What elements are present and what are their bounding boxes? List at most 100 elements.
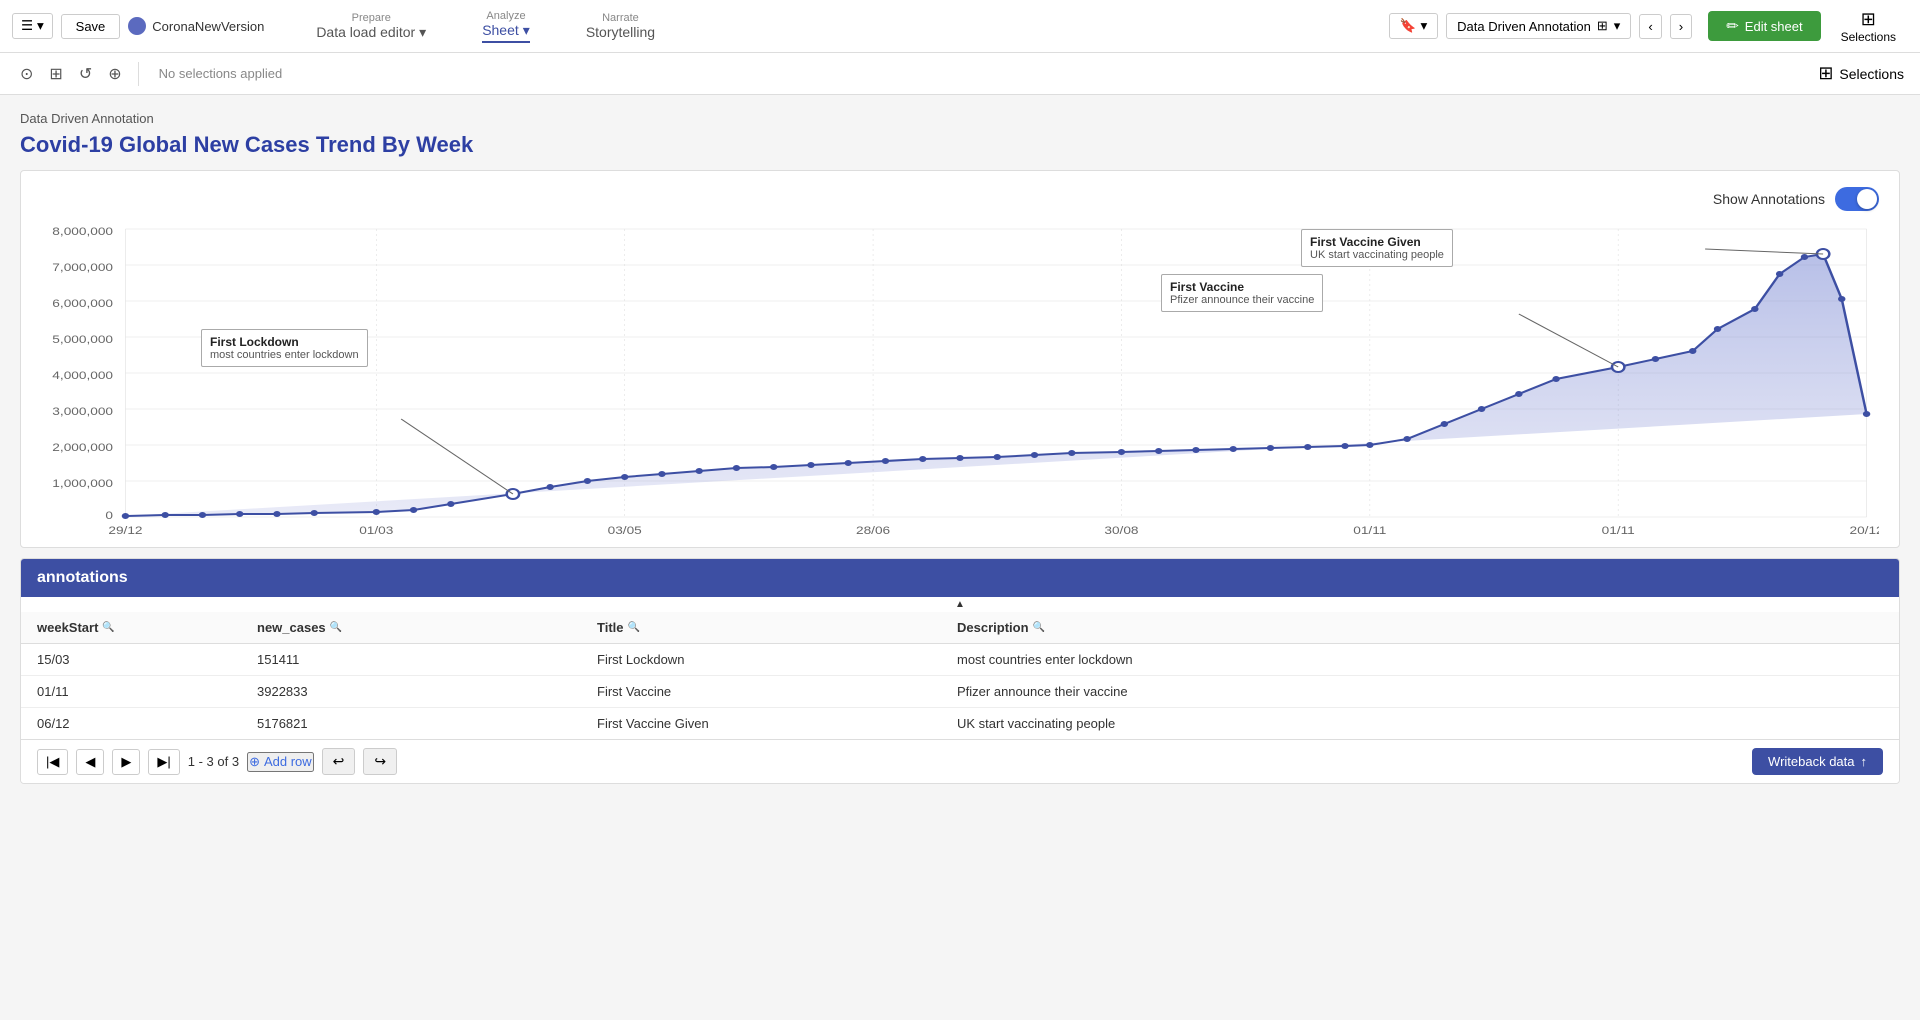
annotation-vaccine-given-desc: UK start vaccinating people xyxy=(1310,249,1444,261)
cell-title: First Vaccine Given xyxy=(597,716,957,731)
toggle-knob xyxy=(1857,189,1877,209)
description-search-icon[interactable]: 🔍 xyxy=(1033,622,1045,633)
annotation-lockdown-title: First Lockdown xyxy=(210,335,359,349)
svg-text:4,000,000: 4,000,000 xyxy=(52,369,113,381)
bookmark-dropdown-icon: ▾ xyxy=(1420,18,1427,34)
col-header-newcases[interactable]: new_cases 🔍 xyxy=(257,620,597,635)
annotation-vaccine-title: First Vaccine xyxy=(1170,280,1314,294)
narrate-section[interactable]: Narrate Storytelling xyxy=(562,12,679,40)
toolbar: ⊙ ⊞ ↺ ⊕ No selections applied ⊞ Selectio… xyxy=(0,53,1920,95)
analyze-section[interactable]: Analyze Sheet ▾ xyxy=(458,10,554,43)
analyze-label: Analyze xyxy=(486,10,525,22)
svg-text:6,000,000: 6,000,000 xyxy=(52,297,113,309)
table-body: 15/03 151411 First Lockdown most countri… xyxy=(21,644,1899,739)
selections-label: Selections xyxy=(1841,30,1896,44)
cell-description: most countries enter lockdown xyxy=(957,652,1883,667)
table-title: annotations xyxy=(37,569,128,586)
svg-text:3,000,000: 3,000,000 xyxy=(52,405,113,417)
refresh-icon[interactable]: ↺ xyxy=(75,60,96,88)
analyze-sub: Sheet ▾ xyxy=(482,22,530,43)
edit-sheet-button[interactable]: ✏ Edit sheet xyxy=(1708,11,1820,41)
table-row: 06/12 5176821 First Vaccine Given UK sta… xyxy=(21,708,1899,739)
annotation-mode-button[interactable]: Data Driven Annotation ⊞ ▾ xyxy=(1446,13,1631,39)
cell-weekstart: 01/11 xyxy=(37,684,257,699)
save-button[interactable]: Save xyxy=(61,14,121,39)
narrate-label: Narrate xyxy=(602,12,639,24)
writeback-button[interactable]: Writeback data ↑ xyxy=(1752,748,1883,775)
table-pagination: |◀ ◀ ▶ ▶| 1 - 3 of 3 ⊕ Add row ↩ ↪ Write… xyxy=(21,739,1899,783)
annotation-mode-label: Data Driven Annotation xyxy=(1457,19,1591,34)
chart-title: Covid-19 Global New Cases Trend By Week xyxy=(20,132,1900,158)
svg-text:20/12: 20/12 xyxy=(1849,524,1879,536)
menu-button[interactable]: ☰ ▾ xyxy=(12,13,53,39)
edit-label: Edit sheet xyxy=(1745,19,1803,34)
prev-button[interactable]: ‹ xyxy=(1639,14,1661,39)
prepare-label: Prepare xyxy=(352,12,391,24)
svg-text:29/12: 29/12 xyxy=(108,524,142,536)
writeback-label: Writeback data xyxy=(1768,754,1854,769)
annotation-lockdown: First Lockdown most countries enter lock… xyxy=(201,329,368,367)
prepare-section[interactable]: Prepare Data load editor ▾ xyxy=(292,12,450,41)
next-button[interactable]: › xyxy=(1670,14,1692,39)
selections-panel-button[interactable]: ⊞ Selections xyxy=(1829,9,1908,44)
table-section: annotations ▲ weekStart 🔍 new_cases 🔍 Ti… xyxy=(20,558,1900,784)
show-annotations-label: Show Annotations xyxy=(1713,191,1825,207)
cell-description: Pfizer announce their vaccine xyxy=(957,684,1883,699)
settings-icon[interactable]: ⊕ xyxy=(104,60,125,88)
svg-text:30/08: 30/08 xyxy=(1104,524,1138,536)
chart-container: Show Annotations 8,000,000 7,000,000 6,0… xyxy=(20,170,1900,548)
add-row-label: Add row xyxy=(264,754,312,769)
search-fields-icon[interactable]: ⊙ xyxy=(16,60,37,88)
redo-button[interactable]: ↪ xyxy=(363,748,397,775)
no-selections-text: No selections applied xyxy=(151,66,1811,81)
narrate-sub: Storytelling xyxy=(586,24,655,40)
last-page-button[interactable]: ▶| xyxy=(148,749,179,775)
add-row-button[interactable]: ⊕ Add row xyxy=(247,752,314,772)
toolbar-separator xyxy=(138,62,139,86)
annotation-vaccine-desc: Pfizer announce their vaccine xyxy=(1170,294,1314,306)
svg-text:01/11: 01/11 xyxy=(1602,524,1635,536)
first-page-button[interactable]: |◀ xyxy=(37,749,68,775)
weekstart-search-icon[interactable]: 🔍 xyxy=(102,622,114,633)
selections-grid-icon: ⊞ xyxy=(1861,9,1876,30)
app-title: Data Driven Annotation xyxy=(20,111,1900,126)
app-name: CoronaNewVersion xyxy=(128,17,264,35)
svg-text:0: 0 xyxy=(105,509,113,521)
next-page-button[interactable]: ▶ xyxy=(112,749,140,775)
cell-newcases: 5176821 xyxy=(257,716,597,731)
annotation-vaccine: First Vaccine Pfizer announce their vacc… xyxy=(1161,274,1323,312)
cell-title: First Vaccine xyxy=(597,684,957,699)
col-header-weekstart[interactable]: weekStart 🔍 xyxy=(37,620,257,635)
svg-text:1,000,000: 1,000,000 xyxy=(52,477,113,489)
cell-title: First Lockdown xyxy=(597,652,957,667)
hamburger-icon: ☰ xyxy=(21,18,33,34)
sort-indicator: ▲ xyxy=(21,599,1899,610)
title-search-icon[interactable]: 🔍 xyxy=(628,622,640,633)
layout-icon[interactable]: ⊞ xyxy=(45,60,66,88)
cell-newcases: 151411 xyxy=(257,652,597,667)
annotations-toggle[interactable] xyxy=(1835,187,1879,211)
selections-panel-label: Selections xyxy=(1839,66,1904,82)
cell-weekstart: 15/03 xyxy=(37,652,257,667)
svg-text:01/11: 01/11 xyxy=(1353,524,1386,536)
table-row: 01/11 3922833 First Vaccine Pfizer annou… xyxy=(21,676,1899,708)
col-header-description[interactable]: Description 🔍 xyxy=(957,620,1883,635)
bookmark-icon: 🔖 xyxy=(1400,18,1417,34)
svg-text:weekStart: weekStart xyxy=(963,538,1031,539)
page-info: 1 - 3 of 3 xyxy=(188,754,239,769)
chart-area: 8,000,000 7,000,000 6,000,000 5,000,000 … xyxy=(41,219,1879,539)
svg-text:7,000,000: 7,000,000 xyxy=(52,261,113,273)
prev-page-button[interactable]: ◀ xyxy=(76,749,104,775)
col-header-title[interactable]: Title 🔍 xyxy=(597,620,957,635)
svg-text:8,000,000: 8,000,000 xyxy=(52,225,113,237)
top-nav: ☰ ▾ Save CoronaNewVersion Prepare Data l… xyxy=(0,0,1920,53)
line-chart-svg: 8,000,000 7,000,000 6,000,000 5,000,000 … xyxy=(41,219,1879,539)
writeback-icon: ↑ xyxy=(1861,754,1868,769)
newcases-search-icon[interactable]: 🔍 xyxy=(330,622,342,633)
selections-panel-row: ⊞ Selections xyxy=(1818,63,1904,84)
table-header-bar: annotations xyxy=(21,559,1899,597)
bookmark-button[interactable]: 🔖 ▾ xyxy=(1389,13,1438,39)
cell-newcases: 3922833 xyxy=(257,684,597,699)
table-column-headers: weekStart 🔍 new_cases 🔍 Title 🔍 Descript… xyxy=(21,612,1899,644)
undo-button[interactable]: ↩ xyxy=(322,748,356,775)
